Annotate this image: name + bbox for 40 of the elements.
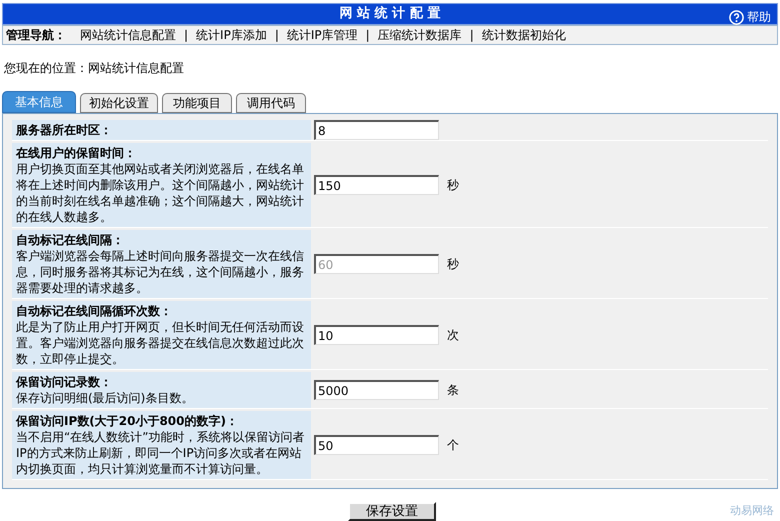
setting-title: 保留访问IP数(大于20小于800的数字)： <box>16 413 239 429</box>
nav-link[interactable]: 统计数据初始化 <box>482 26 566 44</box>
nav-link[interactable]: 统计IP库管理 <box>286 26 358 44</box>
setting-title: 自动标记在线间隔： <box>16 232 125 248</box>
setting-description: 客户端浏览器会每隔上述时间向服务器提交一次在线信息，同时服务器将其标记为在线，这个间隔越小，服务器需要处理的请求越多。 <box>16 248 305 296</box>
window-title: 网 站 统 计 配 置 <box>340 4 440 23</box>
nav-separator: | <box>184 26 188 44</box>
setting-input[interactable]: 50 <box>314 435 439 455</box>
unit-label: 条 <box>447 382 459 399</box>
help-icon <box>729 10 744 24</box>
tab[interactable]: 功能项目 <box>162 93 232 113</box>
save-button[interactable]: 保存设置 <box>348 502 436 521</box>
setting-description: 当不启用“在线人数统计”功能时，系统将以保留访问者IP的方式来防止刷新，即同一个IP访问多次或者在网站内切换页面，均只计算浏览量而不计算访问量。 <box>16 429 306 477</box>
unit-label: 次 <box>447 327 459 344</box>
unit-label: 个 <box>447 437 459 454</box>
unit-label: 秒 <box>447 177 459 194</box>
tab[interactable]: 初始化设置 <box>80 93 158 113</box>
setting-input[interactable]: 150 <box>314 175 439 195</box>
nav-link[interactable]: 网站统计信息配置 <box>80 26 176 44</box>
setting-input[interactable]: 5000 <box>314 380 439 400</box>
unit-label: 秒 <box>447 256 459 273</box>
setting-description: 用户切换页面至其他网站或者关闭浏览器后，在线名单将在上述时间内删除该用户。这个间隔越小，网站统计的当前时刻在线名单越准确；这个间隔越大，网站统计的在线人数越多。 <box>16 161 305 225</box>
footer-text: 动易网络 <box>730 503 774 520</box>
setting-title: 保留访问记录数： <box>16 374 113 390</box>
setting-title: 服务器所在时区： <box>16 122 113 138</box>
setting-description: 保存访问明细(最后访问)条目数。 <box>16 390 194 406</box>
help-button[interactable]: 帮助 <box>729 8 771 26</box>
nav-link[interactable]: 压缩统计数据库 <box>378 26 462 44</box>
setting-input[interactable]: 8 <box>314 120 439 140</box>
nav-separator: | <box>274 26 279 44</box>
nav-label: 管理导航： <box>6 26 66 44</box>
nav-link[interactable]: 统计IP库添加 <box>196 26 267 44</box>
nav-separator: | <box>470 26 474 44</box>
setting-title: 在线用户的保留时间： <box>16 145 137 161</box>
setting-title: 自动标记在线间隔循环次数： <box>16 303 173 319</box>
nav-separator: | <box>366 26 370 44</box>
breadcrumb: 您现在的位置：网站统计信息配置 <box>3 60 185 78</box>
tab[interactable]: 调用代码 <box>236 93 306 113</box>
setting-description: 此是为了防止用户打开网页，但长时间无任何活动而设置。客户端浏览器向服务器提交在线信息次数超过此次数，立即停止提交。 <box>16 319 305 367</box>
setting-input[interactable]: 10 <box>314 325 439 345</box>
